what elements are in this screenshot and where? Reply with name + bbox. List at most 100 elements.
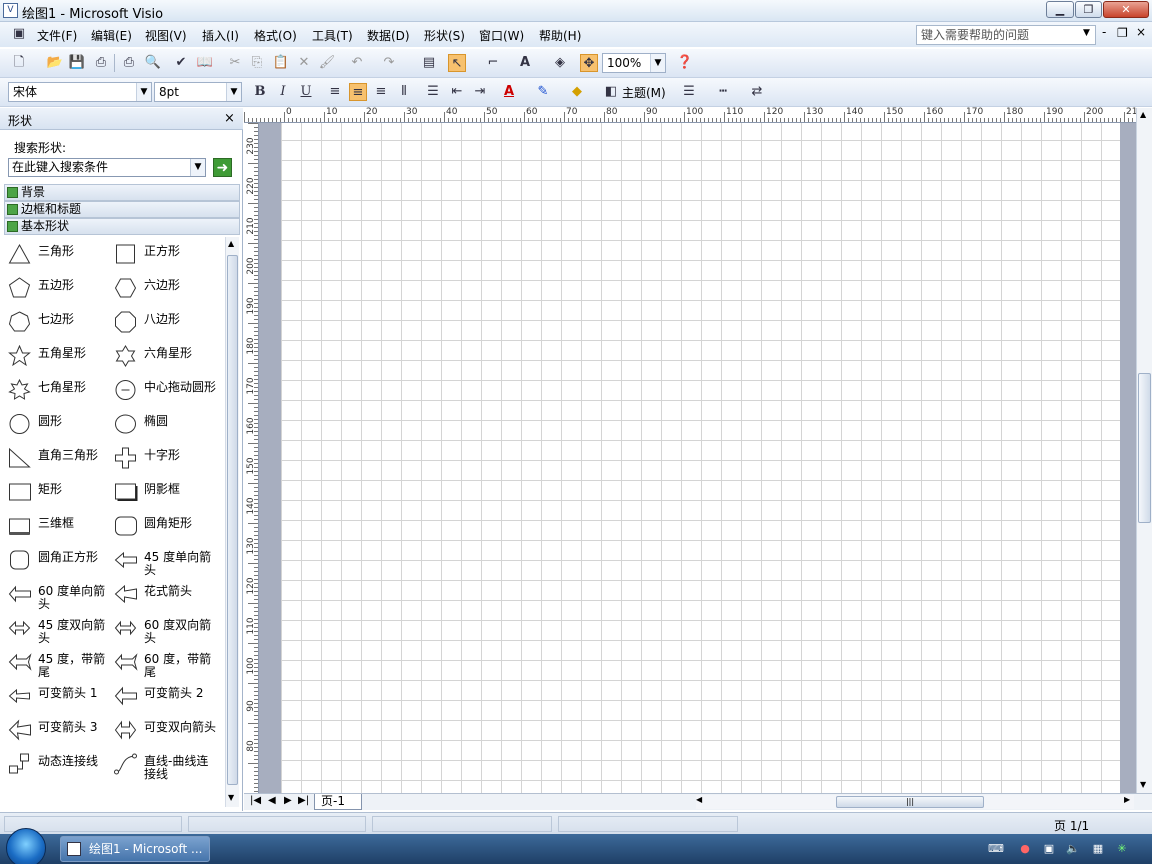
antivirus-icon[interactable]: ● xyxy=(1018,842,1032,856)
stencil-background[interactable]: 背景 xyxy=(4,184,240,201)
shape-item[interactable]: 中心拖动圆形 xyxy=(110,373,216,407)
line-ends-icon[interactable]: ⇄ xyxy=(748,83,766,101)
shape-item[interactable]: 60 度双向箭头 xyxy=(110,611,216,645)
new-icon[interactable]: 🗋 xyxy=(10,54,28,72)
decrease-indent-icon[interactable]: ⇤ xyxy=(448,83,466,101)
bold-button[interactable]: B xyxy=(251,83,269,101)
stencil-basic-shapes[interactable]: 基本形状 xyxy=(4,218,240,235)
shape-item[interactable]: 正方形 xyxy=(110,237,216,271)
stencil-borders-titles[interactable]: 边框和标题 xyxy=(4,201,240,218)
spelling-icon[interactable]: ✔ xyxy=(172,54,190,72)
underline-button[interactable]: U xyxy=(297,83,315,101)
menu-help[interactable]: 帮助(H) xyxy=(539,27,581,44)
shape-item[interactable]: 五角星形 xyxy=(4,339,110,373)
shape-item[interactable]: 可变双向箭头 xyxy=(110,713,216,747)
menu-format[interactable]: 格式(O) xyxy=(254,27,297,44)
stamp-tool-icon[interactable]: ◈ xyxy=(551,54,569,72)
font-size-select[interactable]: 8pt ▼ xyxy=(154,82,242,102)
pan-zoom-icon[interactable]: ✥ xyxy=(580,54,598,72)
shape-item[interactable]: 椭圆 xyxy=(110,407,216,441)
menu-tools[interactable]: 工具(T) xyxy=(312,27,353,44)
last-page-button[interactable]: ▶| xyxy=(298,795,309,806)
zoom-combo[interactable]: 100% ▼ xyxy=(602,53,666,73)
search-shapes-input[interactable]: 在此键入搜索条件 ▼ xyxy=(8,158,206,177)
help-icon[interactable]: ❓ xyxy=(676,54,694,72)
shape-item[interactable]: 十字形 xyxy=(110,441,216,475)
shapes-window-icon[interactable]: ▤ xyxy=(420,54,438,72)
text-tool-icon[interactable]: A xyxy=(516,54,534,72)
shape-item[interactable]: 60 度，带箭尾 xyxy=(110,645,216,679)
shape-item[interactable]: 七角星形 xyxy=(4,373,110,407)
shape-item[interactable]: 45 度双向箭头 xyxy=(4,611,110,645)
menu-edit[interactable]: 编辑(E) xyxy=(91,27,132,44)
shape-item[interactable]: 可变箭头 3 xyxy=(4,713,110,747)
delete-icon[interactable]: ✕ xyxy=(295,54,313,72)
scroll-left-icon[interactable]: ◀ xyxy=(696,795,702,804)
shape-item[interactable]: 七边形 xyxy=(4,305,110,339)
help-dropdown-icon[interactable]: ▼ xyxy=(1083,28,1090,38)
increase-indent-icon[interactable]: ⇥ xyxy=(471,83,489,101)
scroll-down-icon[interactable]: ▼ xyxy=(1140,780,1146,789)
start-button[interactable] xyxy=(6,828,46,864)
shape-item[interactable]: 60 度单向箭头 xyxy=(4,577,110,611)
shape-item[interactable]: 三维框 xyxy=(4,509,110,543)
scroll-thumb[interactable] xyxy=(227,255,238,785)
shape-item[interactable]: 动态连接线 xyxy=(4,747,110,781)
doc-restore-button[interactable]: ❐ xyxy=(1117,26,1128,40)
shape-item[interactable]: 直角三角形 xyxy=(4,441,110,475)
search-go-button[interactable]: ➜ xyxy=(213,158,232,177)
shape-item[interactable]: 六角星形 xyxy=(110,339,216,373)
prev-page-button[interactable]: ◀ xyxy=(268,795,276,806)
open-icon[interactable]: 📂 xyxy=(46,54,64,72)
print-preview-icon[interactable]: 🔍 xyxy=(144,54,162,72)
scroll-thumb[interactable]: ||| xyxy=(836,796,984,808)
shape-item[interactable]: 直线-曲线连接线 xyxy=(110,747,216,781)
paste-icon[interactable]: 📋 xyxy=(272,54,290,72)
shape-item[interactable]: 圆形 xyxy=(4,407,110,441)
taskbar-window-button[interactable]: 绘图1 - Microsoft ... xyxy=(60,836,210,862)
shape-item[interactable]: 圆角正方形 xyxy=(4,543,110,577)
menu-insert[interactable]: 插入(I) xyxy=(202,27,239,44)
first-page-button[interactable]: |◀ xyxy=(250,795,261,806)
keyboard-icon[interactable]: ⌨ xyxy=(988,842,1004,856)
help-search-input[interactable]: 键入需要帮助的问题 xyxy=(916,25,1096,45)
line-weight-icon[interactable]: ☰ xyxy=(680,83,698,101)
doc-minimize-button[interactable]: - xyxy=(1102,25,1106,39)
menu-shape[interactable]: 形状(S) xyxy=(424,27,465,44)
shape-item[interactable]: 矩形 xyxy=(4,475,110,509)
align-left-icon[interactable]: ≡ xyxy=(326,83,344,101)
line-color-icon[interactable]: ✎ xyxy=(534,83,552,101)
chevron-down-icon[interactable]: ▼ xyxy=(190,159,205,176)
format-painter-icon[interactable]: 🖌 xyxy=(318,54,336,72)
shape-item[interactable]: 三角形 xyxy=(4,237,110,271)
restore-button[interactable]: ❐ xyxy=(1075,1,1102,18)
visio-app-icon[interactable]: V xyxy=(3,3,18,18)
scroll-right-icon[interactable]: ▶ xyxy=(1124,795,1130,804)
align-center-icon[interactable]: ≡ xyxy=(349,83,367,101)
scroll-thumb[interactable] xyxy=(1138,373,1151,523)
line-pattern-icon[interactable]: ┅ xyxy=(714,83,732,101)
shape-item[interactable]: 八边形 xyxy=(110,305,216,339)
chevron-down-icon[interactable]: ▼ xyxy=(226,83,241,101)
cut-icon[interactable]: ✂ xyxy=(226,54,244,72)
shapes-scrollbar[interactable]: ▲ ▼ xyxy=(225,237,239,807)
theme-icon[interactable]: ◧ xyxy=(602,83,620,101)
align-right-icon[interactable]: ≡ xyxy=(372,83,390,101)
shape-item[interactable]: 45 度单向箭头 xyxy=(110,543,216,577)
justify-icon[interactable]: ⫴ xyxy=(395,83,413,101)
italic-button[interactable]: I xyxy=(274,83,292,101)
scroll-down-icon[interactable]: ▼ xyxy=(228,793,234,802)
save-icon[interactable]: 💾 xyxy=(68,54,86,72)
network-icon[interactable]: ▦ xyxy=(1091,842,1105,856)
bullets-icon[interactable]: ☰ xyxy=(424,83,442,101)
document-icon[interactable]: ▣ xyxy=(10,25,28,43)
menu-window[interactable]: 窗口(W) xyxy=(479,27,524,44)
shape-item[interactable]: 五边形 xyxy=(4,271,110,305)
page-tab[interactable]: 页-1 xyxy=(314,794,362,810)
minimize-button[interactable]: ▁ xyxy=(1046,1,1074,18)
shape-item[interactable]: 可变箭头 1 xyxy=(4,679,110,713)
theme-button[interactable]: 主题(M) xyxy=(622,84,666,101)
menu-data[interactable]: 数据(D) xyxy=(367,27,410,44)
scroll-up-icon[interactable]: ▲ xyxy=(228,239,234,248)
doc-close-button[interactable]: × xyxy=(1136,25,1146,39)
